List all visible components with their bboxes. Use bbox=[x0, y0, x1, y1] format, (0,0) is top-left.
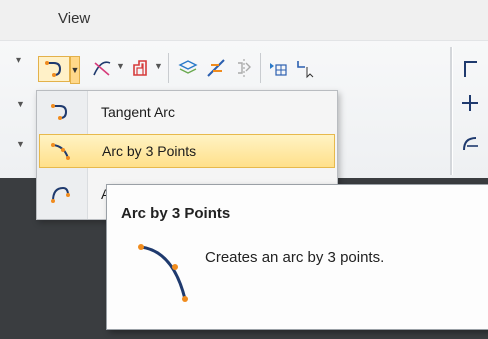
chevron-down-icon[interactable]: ▼ bbox=[16, 99, 25, 109]
menu-item-label: Tangent Arc bbox=[101, 104, 175, 120]
chevron-down-icon[interactable]: ▼ bbox=[154, 61, 163, 71]
menu-item-label: Arc by 3 Points bbox=[102, 143, 197, 159]
menu-view[interactable]: View bbox=[58, 10, 90, 27]
arc-3-points-icon bbox=[135, 241, 191, 308]
tooltip: Arc by 3 Points Creates an arc by 3 poin… bbox=[106, 184, 488, 330]
constraint-tool-button[interactable] bbox=[204, 56, 228, 80]
arc-center-icon bbox=[463, 137, 478, 151]
arc-icon bbox=[39, 183, 81, 205]
arc-3-points-icon bbox=[40, 140, 82, 162]
toolbar-separator bbox=[260, 53, 261, 83]
grid-snap-icon bbox=[270, 63, 287, 76]
select-pointer-icon bbox=[297, 61, 314, 79]
corner-icon bbox=[464, 61, 477, 77]
layer-tool-button[interactable] bbox=[176, 56, 200, 80]
toolbar-separator bbox=[168, 53, 169, 83]
ribbon-left-edge bbox=[14, 67, 24, 68]
tooltip-title: Arc by 3 Points bbox=[121, 205, 231, 222]
offset-tool-button[interactable] bbox=[128, 56, 152, 80]
group-separator bbox=[450, 47, 453, 175]
chevron-down-icon[interactable]: ▼ bbox=[116, 61, 125, 71]
arc-split-button[interactable] bbox=[38, 56, 70, 82]
curve-icon bbox=[93, 61, 111, 76]
tooltip-description: Creates an arc by 3 points. bbox=[205, 249, 385, 266]
corner-tool-button[interactable] bbox=[458, 56, 482, 80]
crosshair-icon bbox=[462, 95, 478, 111]
chevron-down-icon: ▼ bbox=[70, 65, 80, 75]
arc-dropdown-arrow[interactable]: ▼ bbox=[70, 56, 80, 84]
select-tool-button[interactable] bbox=[294, 56, 318, 80]
menu-item-tangent-arc[interactable]: Tangent Arc bbox=[39, 95, 335, 129]
constraint-icon bbox=[207, 59, 225, 77]
chevron-left-icon[interactable]: ▾ bbox=[16, 55, 21, 66]
grid-snap-button[interactable] bbox=[266, 56, 290, 80]
chevron-down-icon[interactable]: ▼ bbox=[16, 139, 25, 149]
mirror-icon bbox=[238, 59, 251, 77]
curve-tool-button[interactable] bbox=[90, 56, 114, 80]
menu-item-arc-by-3-points[interactable]: Arc by 3 Points bbox=[39, 134, 335, 168]
crosshair-tool-button[interactable] bbox=[458, 91, 482, 115]
tangent-arc-icon bbox=[39, 102, 81, 122]
menu-bar: View bbox=[0, 0, 488, 40]
mirror-tool-button[interactable] bbox=[232, 56, 256, 80]
layers-icon bbox=[178, 60, 198, 74]
arc-center-button[interactable] bbox=[458, 131, 482, 155]
tangent-arc-icon bbox=[45, 61, 62, 77]
offset-icon bbox=[133, 60, 147, 76]
